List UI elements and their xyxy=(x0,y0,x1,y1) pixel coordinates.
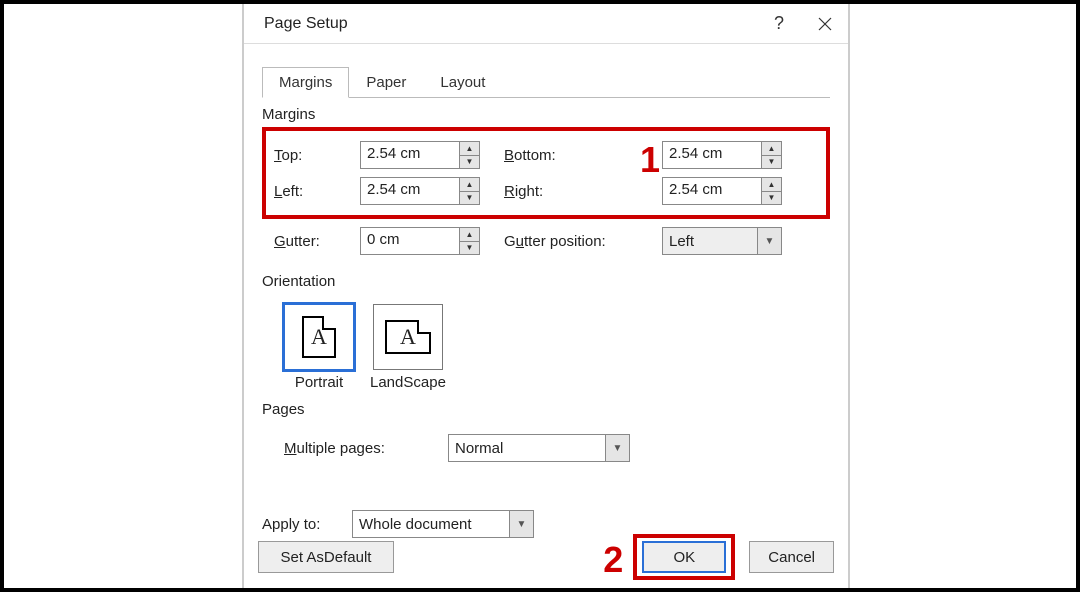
set-as-default-button[interactable]: Set As Default xyxy=(258,541,394,573)
callout-box-1: Top: 2.54 cm ▲▼ Bottom: 2.54 cm ▲▼ Left: xyxy=(262,127,830,219)
margins-group-label: Margins xyxy=(262,106,830,123)
callout-number-2: 2 xyxy=(603,539,623,581)
label-left: Left: xyxy=(274,183,360,200)
chevron-down-icon: ▼ xyxy=(757,228,781,254)
orientation-portrait[interactable]: A Portrait xyxy=(284,304,354,391)
page-setup-dialog: Page Setup ? Margins Paper Layout Margin… xyxy=(242,4,850,590)
tab-layout[interactable]: Layout xyxy=(423,67,502,97)
close-icon xyxy=(818,17,832,31)
titlebar: Page Setup ? xyxy=(244,4,848,44)
input-gutter[interactable]: 0 cm ▲▼ xyxy=(360,227,480,255)
value-gutter: 0 cm xyxy=(361,228,459,254)
spinner-arrows[interactable]: ▲▼ xyxy=(761,142,781,168)
screenshot-frame: Page Setup ? Margins Paper Layout Margin… xyxy=(0,0,1080,592)
label-multiple-pages: Multiple pages: xyxy=(284,440,424,457)
landscape-icon: A xyxy=(373,304,443,370)
ok-button[interactable]: OK xyxy=(642,541,726,573)
cancel-button[interactable]: Cancel xyxy=(749,541,834,573)
value-margin-right: 2.54 cm xyxy=(663,178,761,204)
input-margin-right[interactable]: 2.54 cm ▲▼ xyxy=(662,177,782,205)
spinner-arrows[interactable]: ▲▼ xyxy=(761,178,781,204)
label-landscape: LandScape xyxy=(370,374,446,391)
spinner-arrows[interactable]: ▲▼ xyxy=(459,142,479,168)
pages-group-label: Pages xyxy=(262,401,830,418)
portrait-icon: A xyxy=(284,304,354,370)
value-margin-bottom: 2.54 cm xyxy=(663,142,761,168)
spinner-arrows[interactable]: ▲▼ xyxy=(459,178,479,204)
value-margin-left: 2.54 cm xyxy=(361,178,459,204)
value-margin-top: 2.54 cm xyxy=(361,142,459,168)
help-button[interactable]: ? xyxy=(756,4,802,43)
input-margin-top[interactable]: 2.54 cm ▲▼ xyxy=(360,141,480,169)
label-bottom: Bottom: xyxy=(504,147,662,164)
tab-margins[interactable]: Margins xyxy=(262,67,349,98)
label-right: Right: xyxy=(504,183,662,200)
tab-paper[interactable]: Paper xyxy=(349,67,423,97)
tab-strip: Margins Paper Layout xyxy=(262,62,830,98)
dialog-content: Margins Paper Layout Margins Top: 2.54 c… xyxy=(244,44,848,538)
select-gutter-position[interactable]: Left ▼ xyxy=(662,227,782,255)
value-multiple-pages: Normal xyxy=(449,440,605,457)
chevron-down-icon: ▼ xyxy=(605,435,629,461)
value-gutter-position: Left xyxy=(663,228,757,254)
orientation-options: A Portrait A LandScape xyxy=(262,294,830,393)
orientation-group-label: Orientation xyxy=(262,273,830,290)
label-gutter-position: Gutter position: xyxy=(504,233,662,250)
dialog-title: Page Setup xyxy=(264,15,348,33)
callout-box-2: OK xyxy=(633,534,735,580)
orientation-landscape[interactable]: A LandScape xyxy=(370,304,446,391)
label-top: Top: xyxy=(274,147,360,164)
input-margin-left[interactable]: 2.54 cm ▲▼ xyxy=(360,177,480,205)
input-margin-bottom[interactable]: 2.54 cm ▲▼ xyxy=(662,141,782,169)
label-portrait: Portrait xyxy=(295,374,343,391)
dialog-button-row: Set As Default 2 OK Cancel xyxy=(244,522,848,580)
close-button[interactable] xyxy=(802,4,848,43)
label-gutter: Gutter: xyxy=(274,233,360,250)
spinner-arrows[interactable]: ▲▼ xyxy=(459,228,479,254)
select-multiple-pages[interactable]: Normal ▼ xyxy=(448,434,630,462)
callout-number-1: 1 xyxy=(640,139,660,181)
